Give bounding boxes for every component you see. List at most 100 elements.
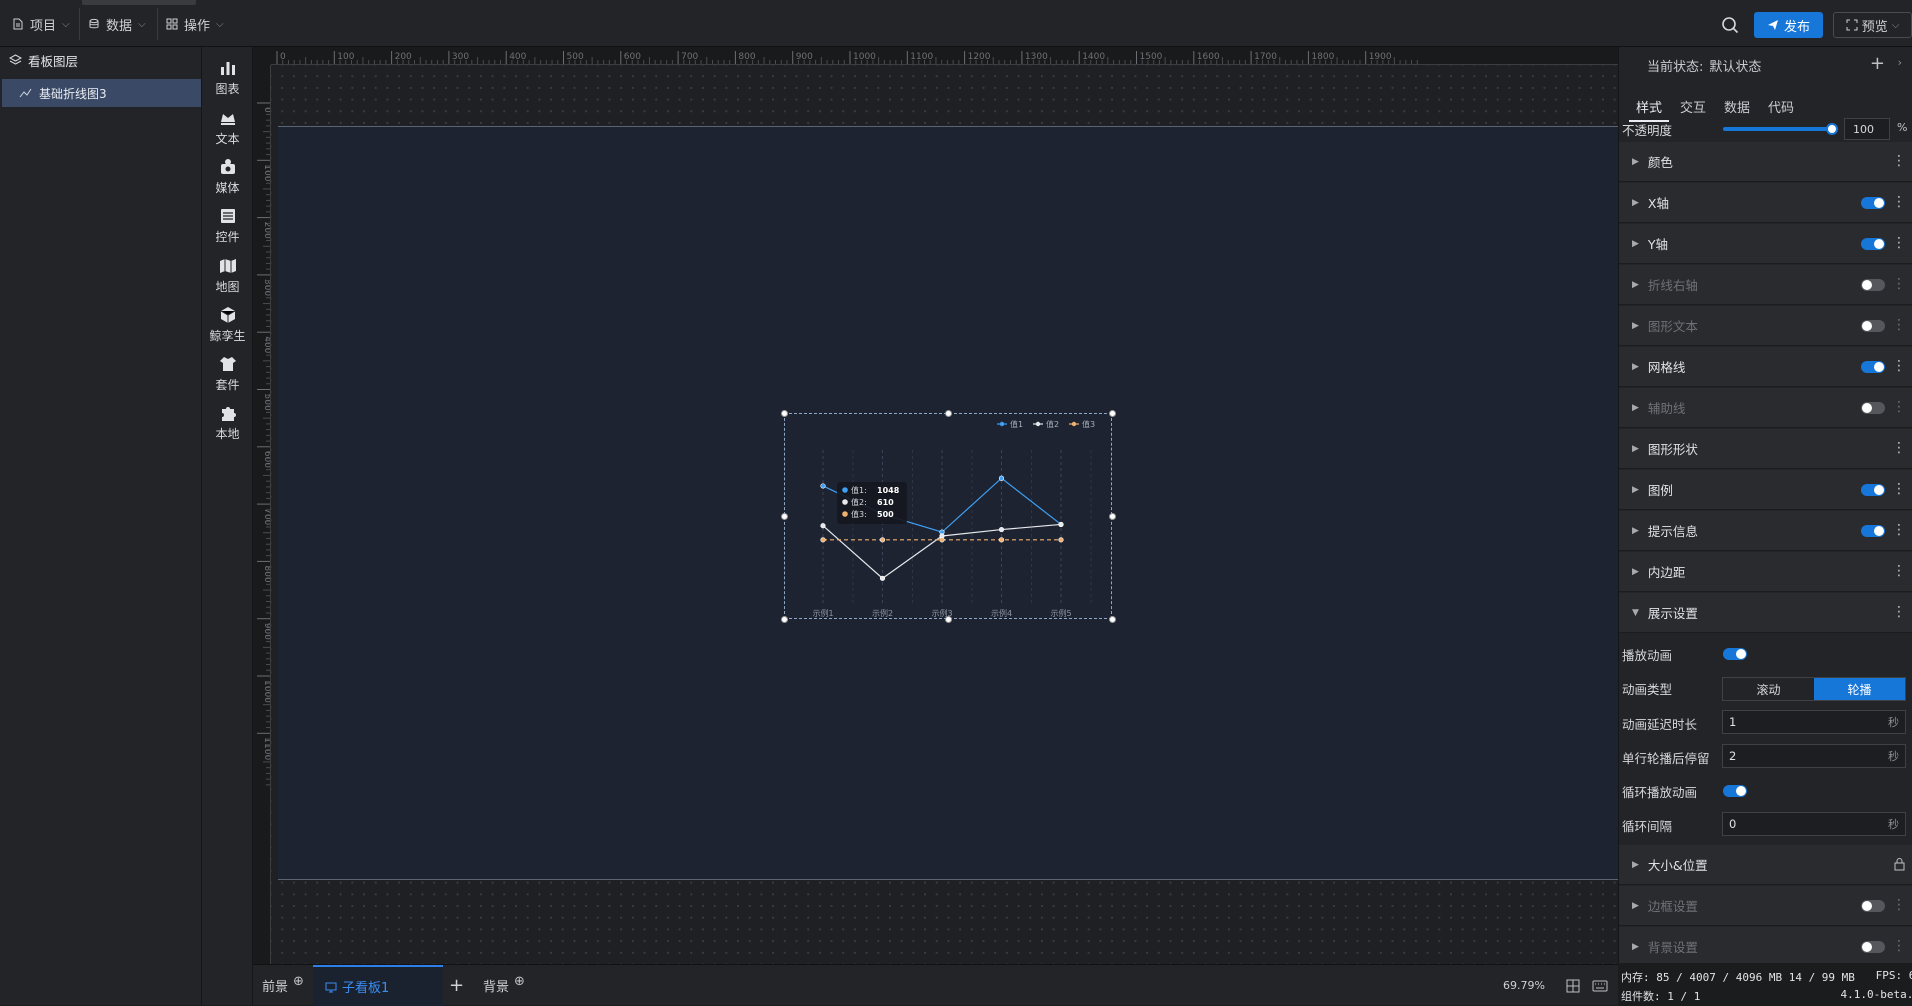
interval-input[interactable]: 0秒 (1722, 812, 1906, 836)
more-icon[interactable]: ⋮ (1892, 522, 1906, 538)
comp-text-label: 文本 (215, 131, 240, 146)
preview-button[interactable]: 预览 ⌵ (1833, 12, 1912, 38)
section-shape[interactable]: ▶ 图形形状 ⋮ (1619, 429, 1912, 469)
more-icon[interactable]: ⋮ (1892, 276, 1906, 292)
section-shape-text[interactable]: ▶ 图形文本 ⋮ (1619, 306, 1912, 346)
toggle-switch[interactable] (1861, 402, 1885, 414)
state-value[interactable]: 默认状态 (1709, 56, 1761, 75)
delay-input[interactable]: 1秒 (1722, 710, 1906, 734)
ruler-label: 500 (567, 52, 584, 62)
play-anim-toggle[interactable] (1723, 648, 1747, 660)
comp-twin[interactable]: 鲸孪生 (202, 299, 253, 349)
toggle-switch[interactable] (1861, 361, 1885, 373)
shirt-icon (219, 356, 236, 371)
section-guide[interactable]: ▶ 辅助线 ⋮ (1619, 388, 1912, 428)
comp-kit[interactable]: 套件 (202, 348, 253, 398)
anim-option-scroll[interactable]: 滚动 (1723, 678, 1814, 700)
menu-operate[interactable]: 操作 ⌵ (166, 14, 224, 34)
toggle-switch[interactable] (1861, 900, 1885, 912)
resize-handle[interactable] (945, 410, 952, 417)
section-right-axis[interactable]: ▶ 折线右轴 ⋮ (1619, 265, 1912, 305)
section-grid[interactable]: ▶ 网格线 ⋮ (1619, 347, 1912, 387)
section-xaxis[interactable]: ▶ X轴 ⋮ (1619, 183, 1912, 223)
section-size-position[interactable]: ▶ 大小&位置 (1619, 845, 1912, 885)
more-icon[interactable]: ⋮ (1892, 481, 1906, 497)
comp-chart[interactable]: 图表 (202, 52, 253, 102)
section-color[interactable]: ▶ 颜色 ⋮ (1619, 142, 1912, 182)
section-tooltip[interactable]: ▶ 提示信息 ⋮ (1619, 511, 1912, 551)
layer-item[interactable]: 基础折线图3 (2, 79, 201, 107)
section-padding[interactable]: ▶ 内边距 ⋮ (1619, 552, 1912, 592)
more-icon[interactable]: ⋮ (1892, 317, 1906, 333)
stay-input[interactable]: 2秒 (1722, 744, 1906, 768)
more-icon[interactable]: ⋮ (1892, 194, 1906, 210)
more-icon[interactable]: ⋮ (1892, 938, 1906, 954)
resize-handle[interactable] (781, 616, 788, 623)
toggle-switch[interactable] (1861, 279, 1885, 291)
add-board-button[interactable]: + (449, 965, 464, 1006)
caret-right-icon: ▶ (1632, 361, 1639, 372)
layers-title: 看板图层 (28, 54, 79, 69)
ruler-label: 0 (280, 52, 286, 62)
fps-status: FPS: 60 (1875, 969, 1912, 982)
lock-icon[interactable] (1894, 858, 1905, 871)
add-circle-icon[interactable]: ⊕ (293, 974, 304, 989)
toggle-switch[interactable] (1861, 197, 1885, 209)
menu-data[interactable]: 数据 ⌵ (88, 14, 146, 34)
more-icon[interactable]: ⋮ (1892, 399, 1906, 415)
data-point (820, 523, 826, 529)
fit-screen-icon[interactable] (1566, 979, 1580, 993)
slider-thumb[interactable] (1826, 123, 1838, 135)
resize-handle[interactable] (945, 616, 952, 623)
opacity-input[interactable]: 100 (1844, 118, 1890, 140)
toggle-switch[interactable] (1861, 320, 1885, 332)
comp-text[interactable]: 文本 (202, 102, 253, 152)
loop-toggle[interactable] (1723, 785, 1747, 797)
more-icon[interactable]: ⋮ (1892, 897, 1906, 913)
toggle-switch[interactable] (1861, 941, 1885, 953)
more-icon[interactable]: ⋮ (1892, 440, 1906, 456)
add-state-icon[interactable]: + (1870, 53, 1885, 74)
toggle-switch[interactable] (1861, 238, 1885, 250)
add-circle-icon[interactable]: ⊕ (514, 974, 525, 989)
resize-handle[interactable] (1109, 513, 1116, 520)
section-yaxis[interactable]: ▶ Y轴 ⋮ (1619, 224, 1912, 264)
keyboard-icon[interactable] (1592, 980, 1608, 992)
comp-local[interactable]: 本地 (202, 397, 253, 447)
comp-controls[interactable]: 控件 (202, 200, 253, 250)
more-icon[interactable]: ⋮ (1892, 235, 1906, 251)
tab-subboard[interactable]: 子看板1 (313, 965, 443, 1006)
zoom-level[interactable]: 69.79% (1503, 965, 1545, 1006)
comp-map[interactable]: 地图 (202, 250, 253, 300)
anim-option-carousel[interactable]: 轮播 (1814, 678, 1905, 700)
section-legend[interactable]: ▶ 图例 ⋮ (1619, 470, 1912, 510)
toggle-switch[interactable] (1861, 525, 1885, 537)
more-icon[interactable]: ⋮ (1892, 358, 1906, 374)
comp-media[interactable]: 媒体 (202, 151, 253, 201)
section-border[interactable]: ▶ 边框设置 ⋮ (1619, 886, 1912, 926)
resize-handle[interactable] (781, 513, 788, 520)
resize-handle[interactable] (1109, 616, 1116, 623)
more-icon[interactable]: ⋮ (1892, 604, 1906, 620)
tab-foreground[interactable]: 前景 ⊕ (262, 965, 304, 1006)
chevron-right-icon[interactable]: › (1898, 56, 1902, 69)
line-chart-widget[interactable]: 示例1 示例2 示例3 示例4 示例5 值1 值2 值3 值1: 1048 值2: 610 值3: 500 (781, 410, 1116, 623)
more-icon[interactable]: ⋮ (1892, 153, 1906, 169)
menu-project[interactable]: 项目 ⌵ (12, 14, 70, 34)
publish-button[interactable]: 发布 (1754, 12, 1823, 38)
resize-handle[interactable] (781, 410, 788, 417)
resize-handle[interactable] (1109, 410, 1116, 417)
search-icon[interactable] (1720, 15, 1740, 35)
more-icon[interactable]: ⋮ (1892, 563, 1906, 579)
opacity-slider[interactable] (1723, 123, 1838, 135)
toggle-switch[interactable] (1861, 484, 1885, 496)
chart-icon (220, 61, 235, 75)
ruler-label: 1200 (968, 52, 991, 62)
section-display[interactable]: ▼ 展示设置 ⋮ (1619, 593, 1912, 633)
ruler-label: 800 (738, 52, 755, 62)
interval-label: 循环间隔 (1622, 818, 1673, 834)
data-point (1058, 521, 1064, 528)
tab-background[interactable]: 背景 ⊕ (483, 965, 525, 1006)
x-tick-label: 示例2 (872, 608, 893, 618)
section-background[interactable]: ▶ 背景设置 ⋮ (1619, 927, 1912, 967)
